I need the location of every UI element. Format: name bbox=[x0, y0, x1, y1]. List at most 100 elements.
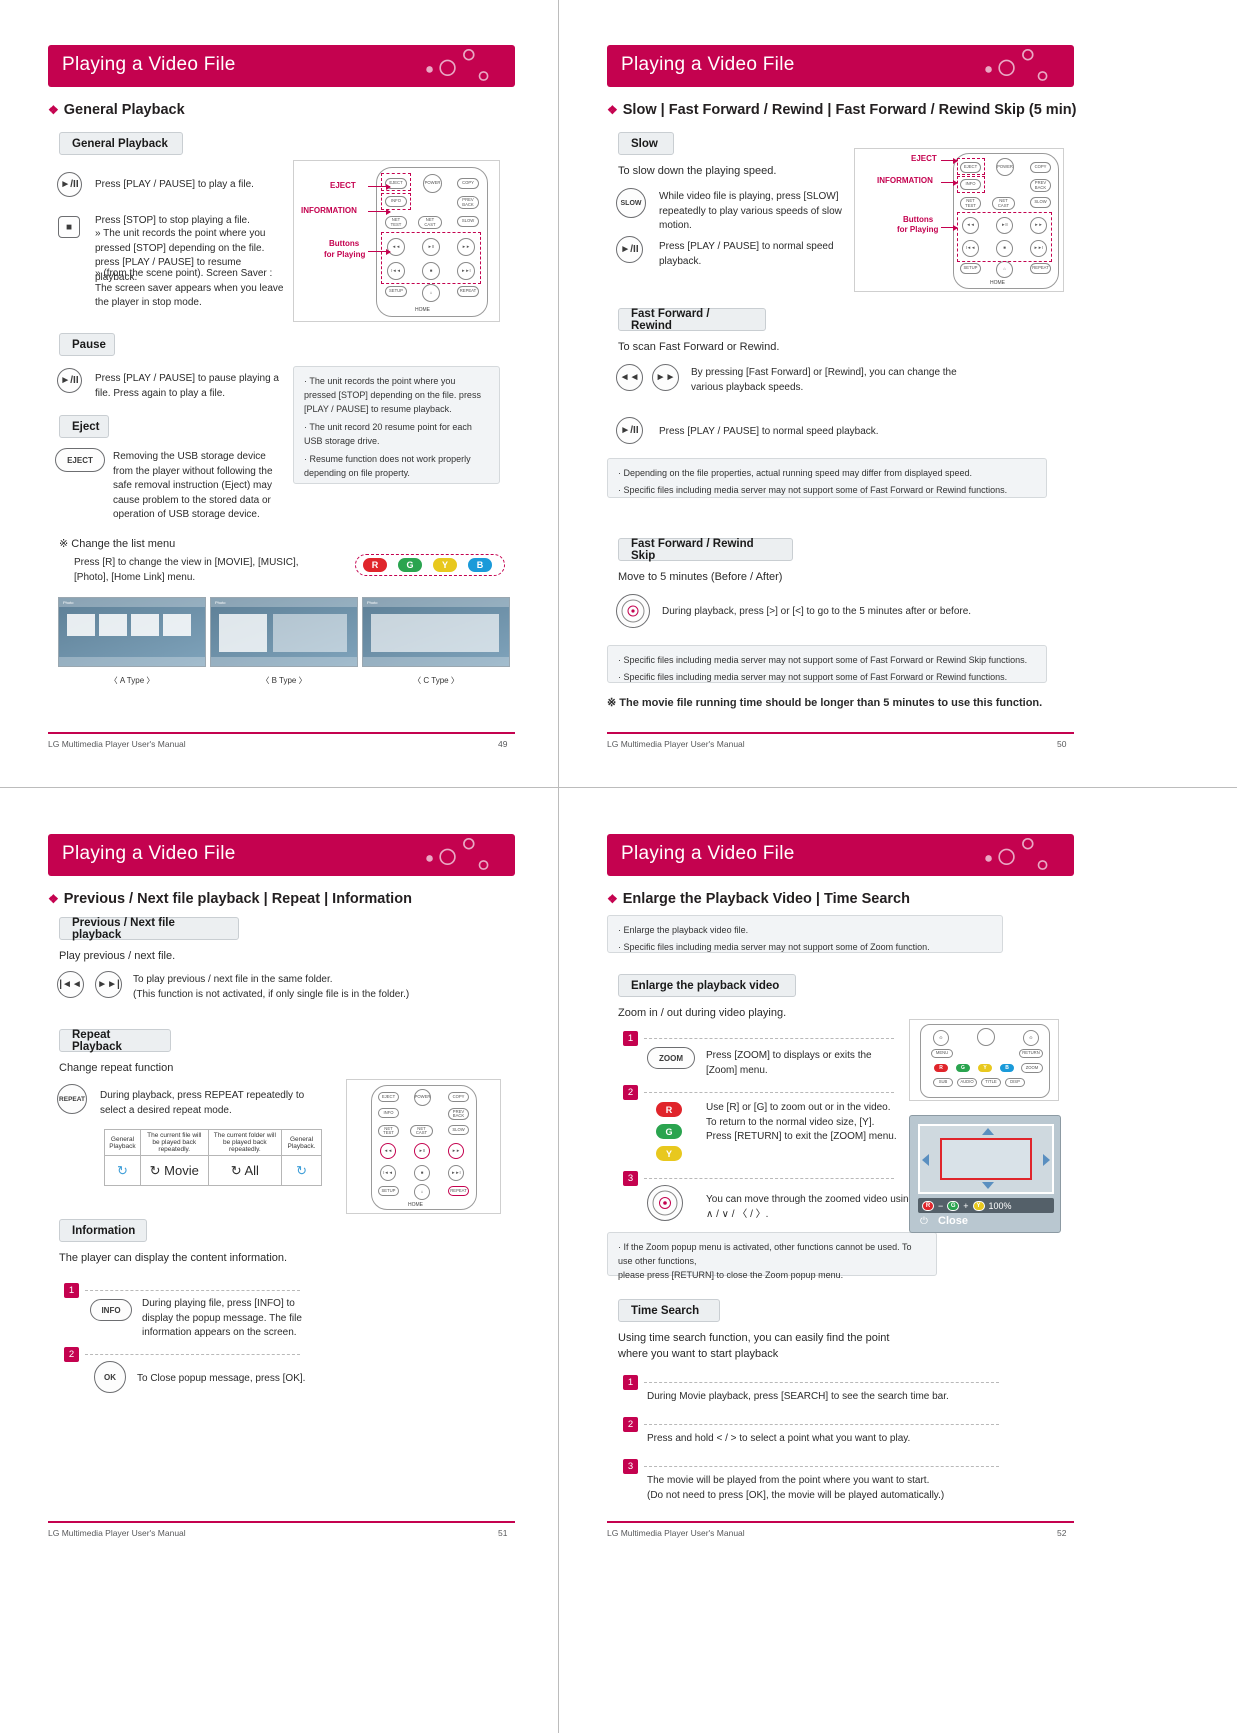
pause-icon: ►/II bbox=[57, 368, 82, 393]
osd-plus-label: + bbox=[963, 1200, 969, 1211]
step-number-1: 1 bbox=[64, 1283, 79, 1298]
ffrw-text-2: Press [PLAY / PAUSE] to normal speed pla… bbox=[659, 426, 879, 437]
footer-text: LG Multimedia Player User's Manual bbox=[607, 1528, 745, 1538]
information-desc: The player can display the content infor… bbox=[59, 1252, 288, 1264]
label-previous-next: Previous / Next file playback bbox=[59, 917, 239, 941]
note-line-3: · Resume function does not work properly… bbox=[304, 453, 471, 478]
navigation-wheel-icon bbox=[616, 594, 650, 628]
info-step-1-text: During playing file, press [INFO] to dis… bbox=[142, 1298, 302, 1338]
ffrw-note-2: · Specific files including media server … bbox=[618, 484, 1008, 495]
callout-buttons: Buttons bbox=[903, 215, 934, 224]
callout-eject: EJECT bbox=[911, 154, 937, 163]
footer-rule bbox=[607, 1521, 1074, 1523]
label-enlarge-video: Enlarge the playback video bbox=[618, 974, 796, 997]
diamond-icon: ❖ bbox=[607, 892, 618, 906]
time-step-2-text: Press and hold < / > to select a point w… bbox=[647, 1433, 911, 1444]
blue-button-icon[interactable]: B bbox=[467, 557, 493, 573]
play-text: Press [PLAY / PAUSE] to play a file. bbox=[95, 179, 254, 190]
remote-body: EJECT POWER COPY INFO PREV BACK NET TEST N… bbox=[371, 1085, 477, 1210]
rewind-icon: ◄◄ bbox=[616, 364, 643, 391]
stop-text-3: » (from the scene point). Screen Saver :… bbox=[95, 268, 284, 308]
time-step-1-text: During Movie playback, press [SEARCH] to… bbox=[647, 1391, 949, 1402]
remote-body: EJECT POWER COPY INFO PREV BACK NET TEST N… bbox=[376, 167, 488, 317]
zoom-step-2-text: Use [R] or [G] to zoom out or in the vid… bbox=[706, 1102, 897, 1142]
repeat-cell-3: The current folder will be played back r… bbox=[207, 1129, 283, 1156]
slow-text-1: While video file is playing, press [SLOW… bbox=[659, 191, 842, 231]
next-icon: ►►| bbox=[95, 971, 122, 998]
remote-illustration-repeat: EJECT POWER COPY INFO PREV BACK NET TEST N… bbox=[346, 1079, 501, 1214]
section-heading: ❖ General Playback bbox=[48, 102, 185, 118]
label-fast-forward-rewind: Fast Forward / Rewind bbox=[618, 308, 766, 332]
note-line-2: · The unit record 20 resume point for ea… bbox=[304, 421, 472, 446]
stop-icon: ■ bbox=[58, 216, 80, 238]
repeat-icon-1: ↻ bbox=[104, 1155, 141, 1186]
osd-red-label: R bbox=[922, 1200, 934, 1211]
repeat-cell-1: General Playback bbox=[104, 1129, 141, 1156]
yellow-button-icon[interactable]: Y bbox=[432, 557, 458, 573]
tv-screenshot-c: Photo bbox=[362, 597, 510, 667]
play-pause-icon: ►/II bbox=[616, 236, 643, 263]
playing-buttons-highlight bbox=[381, 232, 481, 284]
footer-rule bbox=[607, 732, 1074, 734]
label-information: Information bbox=[59, 1219, 147, 1242]
ffrw-text-1: By pressing [Fast Forward] or [Rewind], … bbox=[691, 367, 957, 393]
skip-desc: Move to 5 minutes (Before / After) bbox=[618, 571, 783, 583]
zoom-popup-note: · If the Zoom popup menu is activated, o… bbox=[607, 1232, 937, 1280]
time-step-number-1: 1 bbox=[623, 1375, 638, 1390]
forward-icon: ►► bbox=[652, 364, 679, 391]
page-title: Playing a Video File bbox=[62, 54, 236, 75]
label-pause: Pause bbox=[59, 333, 115, 356]
step-number-1: 1 bbox=[623, 1031, 638, 1046]
osd-close-label: Close bbox=[938, 1215, 968, 1227]
zoom-osd-illustration: R − G + Y 100% Close ⏻ bbox=[909, 1115, 1061, 1233]
section-heading: ❖ Previous / Next file playback | Repeat … bbox=[48, 891, 412, 907]
yellow-button-icon[interactable]: Y bbox=[655, 1145, 683, 1162]
info-button-icon: INFO bbox=[90, 1299, 132, 1321]
info-highlight bbox=[381, 193, 411, 210]
page-title: Playing a Video File bbox=[621, 54, 795, 75]
remote-illustration: EJECT POWER COPY INFO PREV BACK NET TEST N… bbox=[854, 148, 1064, 292]
diamond-icon: ❖ bbox=[607, 103, 618, 117]
callout-information: INFORMATION bbox=[301, 206, 357, 215]
diamond-icon: ❖ bbox=[48, 892, 59, 906]
ffrw-desc: To scan Fast Forward or Rewind. bbox=[618, 341, 780, 353]
remote-body: ⊙ ⊙ MENU RETURN R G Y B ZOOM SUB AUDIO T… bbox=[920, 1024, 1050, 1098]
ok-button-icon: OK bbox=[94, 1361, 126, 1393]
skip-note-box: · Specific files including media server … bbox=[607, 645, 1047, 683]
repeat-cell-2: The current file will be played back rep… bbox=[139, 1129, 209, 1156]
zoom-step-3-text: You can move through the zoomed video us… bbox=[706, 1194, 915, 1220]
page-header: Playing a Video File bbox=[607, 45, 1074, 87]
slow-icon: SLOW bbox=[616, 188, 646, 218]
change-list-text: Press [R] to change the view in [MOVIE],… bbox=[74, 557, 299, 583]
time-search-desc: Using time search function, you can easi… bbox=[618, 1332, 890, 1360]
tv-label-c: 〈 C Type 〉 bbox=[413, 676, 459, 685]
resume-note-box: · The unit records the point where you p… bbox=[293, 366, 500, 484]
callout-for-playing: for Playing bbox=[897, 225, 939, 234]
step-number-2: 2 bbox=[64, 1347, 79, 1362]
step-number-3: 3 bbox=[623, 1171, 638, 1186]
label-skip: Fast Forward / Rewind Skip bbox=[618, 538, 793, 562]
navigation-wheel-icon bbox=[647, 1185, 683, 1221]
repeat-text: During playback, press REPEAT repeatedly… bbox=[100, 1090, 305, 1116]
step-number-2: 2 bbox=[623, 1085, 638, 1100]
green-button-icon[interactable]: G bbox=[655, 1123, 683, 1140]
green-button-icon[interactable]: G bbox=[397, 557, 423, 573]
footer-text: LG Multimedia Player User's Manual bbox=[48, 739, 186, 749]
osd-green-label: G bbox=[947, 1200, 960, 1211]
callout-for-playing: for Playing bbox=[324, 250, 366, 259]
callout-information: INFORMATION bbox=[877, 176, 933, 185]
time-step-number-3: 3 bbox=[623, 1459, 638, 1474]
page-51: Playing a Video File ❖ Previous / Next fi… bbox=[0, 789, 557, 1575]
remote-illustration: EJECT POWER COPY INFO PREV BACK NET TEST N… bbox=[293, 160, 500, 322]
zoom-note-1: · Enlarge the playback video file. bbox=[618, 925, 749, 935]
red-button-icon[interactable]: R bbox=[362, 557, 388, 573]
label-general-playback: General Playback bbox=[59, 132, 183, 155]
red-button-icon[interactable]: R bbox=[655, 1101, 683, 1118]
time-step-number-2: 2 bbox=[623, 1417, 638, 1432]
repeat-icon-2: ↻ Movie bbox=[139, 1155, 209, 1186]
page-50: Playing a Video File ❖ Slow | Fast Forwar… bbox=[559, 0, 1116, 786]
enlarge-desc: Zoom in / out during video playing. bbox=[618, 1007, 787, 1019]
diamond-icon: ❖ bbox=[48, 103, 59, 117]
section-heading: ❖ Enlarge the Playback Video | Time Searc… bbox=[607, 891, 910, 907]
info-step-2-text: To Close popup message, press [OK]. bbox=[137, 1373, 306, 1384]
